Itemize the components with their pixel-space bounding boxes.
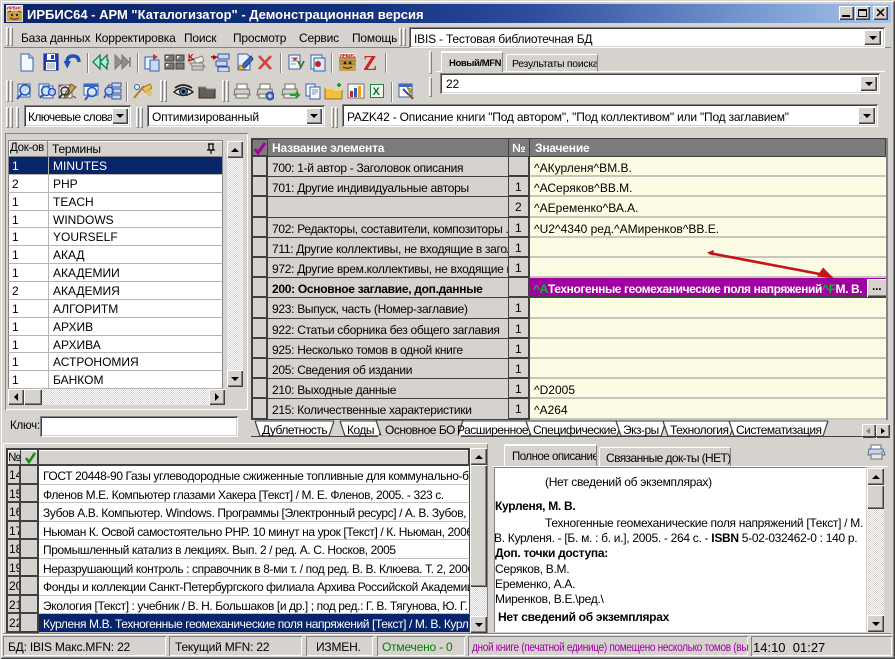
svg-text:X: X xyxy=(373,86,381,98)
svg-text:ИРБИС: ИРБИС xyxy=(7,6,24,11)
